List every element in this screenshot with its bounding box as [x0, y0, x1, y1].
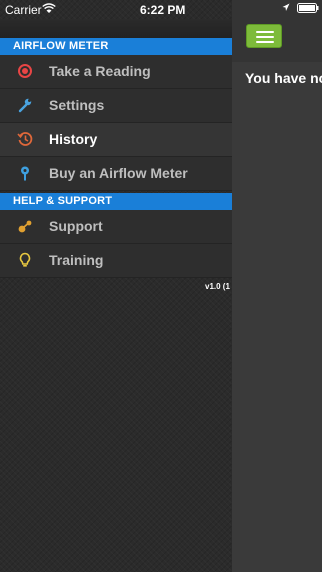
menu-item-support[interactable]: Support	[0, 210, 232, 244]
menu-item-take-a-reading[interactable]: Take a Reading	[0, 55, 232, 89]
support-icon	[17, 218, 33, 234]
menu-item-label: History	[49, 131, 98, 147]
menu-item-history[interactable]: History	[0, 123, 232, 157]
hamburger-menu-icon	[256, 31, 274, 33]
menu-item-training[interactable]: Training	[0, 244, 232, 278]
section-header-help-support: HELP & SUPPORT	[0, 193, 232, 210]
content-panel[interactable]: You have no	[232, 0, 322, 572]
menu-item-settings[interactable]: Settings	[0, 89, 232, 123]
menu-item-label: Support	[49, 218, 103, 234]
menu-item-label: Settings	[49, 97, 105, 113]
menu-item-buy-airflow-meter[interactable]: Buy an Airflow Meter	[0, 157, 232, 191]
menu-item-label: Training	[49, 252, 104, 268]
status-icons	[282, 3, 319, 16]
battery-icon	[297, 3, 319, 16]
map-pin-icon	[17, 165, 33, 181]
history-icon	[17, 131, 33, 147]
menu-header-space	[0, 20, 232, 38]
carrier-label: Carrier	[5, 3, 42, 17]
version-label: v1.0 (1	[205, 282, 230, 291]
wrench-icon	[17, 97, 33, 113]
record-icon	[17, 63, 33, 79]
empty-history-message: You have no	[245, 70, 322, 86]
status-bar: Carrier 6:22 PM	[0, 0, 232, 20]
location-arrow-icon	[282, 3, 293, 15]
wifi-icon	[42, 3, 56, 17]
menu-toggle-button[interactable]	[246, 24, 282, 48]
status-time: 6:22 PM	[140, 3, 186, 17]
menu-item-label: Take a Reading	[49, 63, 151, 79]
lightbulb-icon	[17, 252, 33, 268]
menu-item-label: Buy an Airflow Meter	[49, 165, 188, 181]
section-header-airflow-meter: AIRFLOW METER	[0, 38, 232, 55]
